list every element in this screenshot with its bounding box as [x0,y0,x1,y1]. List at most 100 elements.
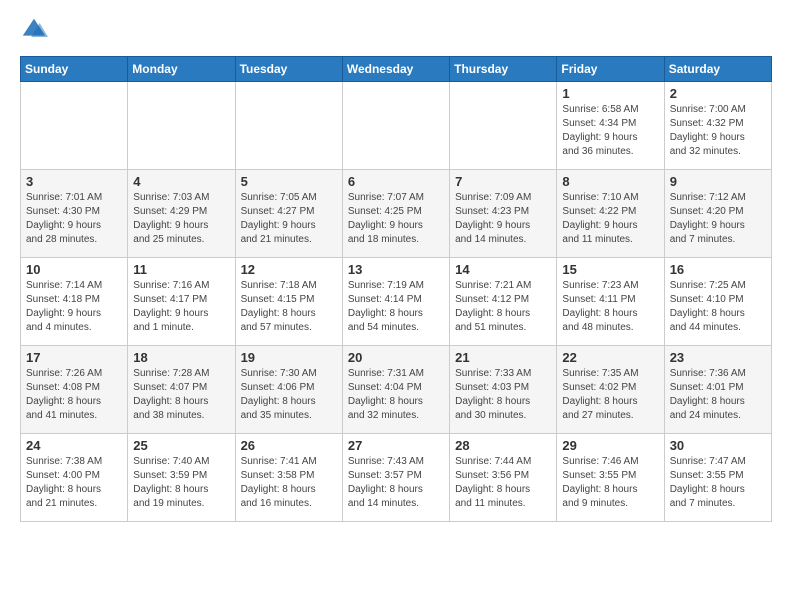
calendar-cell: 27Sunrise: 7:43 AM Sunset: 3:57 PM Dayli… [342,434,449,522]
day-info: Sunrise: 7:23 AM Sunset: 4:11 PM Dayligh… [562,279,658,335]
calendar-cell: 30Sunrise: 7:47 AM Sunset: 3:55 PM Dayli… [664,434,771,522]
calendar-cell [21,82,128,170]
calendar-cell: 11 Sunrise: 7:16 AM Sunset: 4:17 PM Dayli… [128,258,235,346]
day-number: 9 [670,174,766,189]
day-info: Sunrise: 7:38 AM Sunset: 4:00 PM Dayligh… [26,455,122,511]
calendar-cell: 15 Sunrise: 7:23 AM Sunset: 4:11 PM Dayli… [557,258,664,346]
logo [20,16,52,44]
day-number: 30 [670,438,766,453]
calendar-cell: 20 Sunrise: 7:31 AM Sunset: 4:04 PM Dayli… [342,346,449,434]
day-number: 25 [133,438,229,453]
day-number: 23 [670,350,766,365]
day-info: Sunrise: 7:33 AM Sunset: 4:03 PM Dayligh… [455,367,551,423]
day-info: Sunrise: 7:44 AM Sunset: 3:56 PM Dayligh… [455,455,551,511]
weekday-header-tuesday: Tuesday [235,57,342,82]
logo-icon [20,16,48,44]
calendar-cell: 19 Sunrise: 7:30 AM Sunset: 4:06 PM Dayli… [235,346,342,434]
day-number: 28 [455,438,551,453]
calendar-cell: 10 Sunrise: 7:14 AM Sunset: 4:18 PM Dayli… [21,258,128,346]
day-info: Sunrise: 7:40 AM Sunset: 3:59 PM Dayligh… [133,455,229,511]
calendar-cell: 6 Sunrise: 7:07 AM Sunset: 4:25 PM Daylig… [342,170,449,258]
calendar-cell: 7Sunrise: 7:09 AM Sunset: 4:23 PM Daylig… [450,170,557,258]
weekday-header-sunday: Sunday [21,57,128,82]
day-number: 19 [241,350,337,365]
day-number: 29 [562,438,658,453]
day-info: Sunrise: 7:05 AM Sunset: 4:27 PM Dayligh… [241,191,337,247]
calendar-cell: 13 Sunrise: 7:19 AM Sunset: 4:14 PM Dayli… [342,258,449,346]
calendar-cell: 16 Sunrise: 7:25 AM Sunset: 4:10 PM Dayli… [664,258,771,346]
calendar-cell: 8Sunrise: 7:10 AM Sunset: 4:22 PM Daylig… [557,170,664,258]
day-info: Sunrise: 6:58 AM Sunset: 4:34 PM Dayligh… [562,103,658,159]
calendar-cell: 29 Sunrise: 7:46 AM Sunset: 3:55 PM Dayli… [557,434,664,522]
calendar-cell: 26Sunrise: 7:41 AM Sunset: 3:58 PM Dayli… [235,434,342,522]
calendar-cell [342,82,449,170]
day-number: 14 [455,262,551,277]
day-info: Sunrise: 7:00 AM Sunset: 4:32 PM Dayligh… [670,103,766,159]
day-info: Sunrise: 7:16 AM Sunset: 4:17 PM Dayligh… [133,279,229,335]
day-info: Sunrise: 7:26 AM Sunset: 4:08 PM Dayligh… [26,367,122,423]
calendar-cell [235,82,342,170]
calendar-cell: 14 Sunrise: 7:21 AM Sunset: 4:12 PM Dayli… [450,258,557,346]
day-info: Sunrise: 7:46 AM Sunset: 3:55 PM Dayligh… [562,455,658,511]
calendar-cell: 9 Sunrise: 7:12 AM Sunset: 4:20 PM Daylig… [664,170,771,258]
day-number: 26 [241,438,337,453]
calendar-cell: 3 Sunrise: 7:01 AM Sunset: 4:30 PM Daylig… [21,170,128,258]
calendar-cell [128,82,235,170]
day-number: 10 [26,262,122,277]
day-number: 8 [562,174,658,189]
day-info: Sunrise: 7:03 AM Sunset: 4:29 PM Dayligh… [133,191,229,247]
day-info: Sunrise: 7:30 AM Sunset: 4:06 PM Dayligh… [241,367,337,423]
calendar-cell: 17 Sunrise: 7:26 AM Sunset: 4:08 PM Dayli… [21,346,128,434]
calendar-week-row: 17 Sunrise: 7:26 AM Sunset: 4:08 PM Dayli… [21,346,772,434]
day-number: 21 [455,350,551,365]
calendar-cell: 24Sunrise: 7:38 AM Sunset: 4:00 PM Dayli… [21,434,128,522]
calendar-cell [450,82,557,170]
day-info: Sunrise: 7:43 AM Sunset: 3:57 PM Dayligh… [348,455,444,511]
header [20,16,772,44]
day-info: Sunrise: 7:01 AM Sunset: 4:30 PM Dayligh… [26,191,122,247]
day-info: Sunrise: 7:12 AM Sunset: 4:20 PM Dayligh… [670,191,766,247]
calendar-week-row: 3 Sunrise: 7:01 AM Sunset: 4:30 PM Daylig… [21,170,772,258]
calendar-cell: 12 Sunrise: 7:18 AM Sunset: 4:15 PM Dayli… [235,258,342,346]
calendar-week-row: 24Sunrise: 7:38 AM Sunset: 4:00 PM Dayli… [21,434,772,522]
day-number: 16 [670,262,766,277]
calendar-cell: 5 Sunrise: 7:05 AM Sunset: 4:27 PM Daylig… [235,170,342,258]
day-info: Sunrise: 7:07 AM Sunset: 4:25 PM Dayligh… [348,191,444,247]
day-number: 13 [348,262,444,277]
day-number: 20 [348,350,444,365]
calendar-cell: 4 Sunrise: 7:03 AM Sunset: 4:29 PM Daylig… [128,170,235,258]
calendar-cell: 2Sunrise: 7:00 AM Sunset: 4:32 PM Daylig… [664,82,771,170]
weekday-header-thursday: Thursday [450,57,557,82]
day-number: 7 [455,174,551,189]
day-number: 22 [562,350,658,365]
weekday-header-monday: Monday [128,57,235,82]
weekday-header-saturday: Saturday [664,57,771,82]
calendar-week-row: 1 Sunrise: 6:58 AM Sunset: 4:34 PM Daylig… [21,82,772,170]
weekday-header-wednesday: Wednesday [342,57,449,82]
day-info: Sunrise: 7:28 AM Sunset: 4:07 PM Dayligh… [133,367,229,423]
day-info: Sunrise: 7:31 AM Sunset: 4:04 PM Dayligh… [348,367,444,423]
calendar-week-row: 10 Sunrise: 7:14 AM Sunset: 4:18 PM Dayli… [21,258,772,346]
day-number: 6 [348,174,444,189]
weekday-header-row: SundayMondayTuesdayWednesdayThursdayFrid… [21,57,772,82]
day-info: Sunrise: 7:19 AM Sunset: 4:14 PM Dayligh… [348,279,444,335]
day-number: 11 [133,262,229,277]
day-info: Sunrise: 7:21 AM Sunset: 4:12 PM Dayligh… [455,279,551,335]
day-info: Sunrise: 7:35 AM Sunset: 4:02 PM Dayligh… [562,367,658,423]
day-number: 3 [26,174,122,189]
day-number: 17 [26,350,122,365]
day-number: 18 [133,350,229,365]
calendar-cell: 28 Sunrise: 7:44 AM Sunset: 3:56 PM Dayli… [450,434,557,522]
calendar-cell: 22 Sunrise: 7:35 AM Sunset: 4:02 PM Dayli… [557,346,664,434]
day-number: 12 [241,262,337,277]
day-info: Sunrise: 7:14 AM Sunset: 4:18 PM Dayligh… [26,279,122,335]
calendar-cell: 21 Sunrise: 7:33 AM Sunset: 4:03 PM Dayli… [450,346,557,434]
day-number: 5 [241,174,337,189]
day-number: 1 [562,86,658,101]
day-info: Sunrise: 7:25 AM Sunset: 4:10 PM Dayligh… [670,279,766,335]
day-number: 15 [562,262,658,277]
day-info: Sunrise: 7:36 AM Sunset: 4:01 PM Dayligh… [670,367,766,423]
calendar-cell: 18 Sunrise: 7:28 AM Sunset: 4:07 PM Dayli… [128,346,235,434]
day-number: 4 [133,174,229,189]
day-info: Sunrise: 7:18 AM Sunset: 4:15 PM Dayligh… [241,279,337,335]
